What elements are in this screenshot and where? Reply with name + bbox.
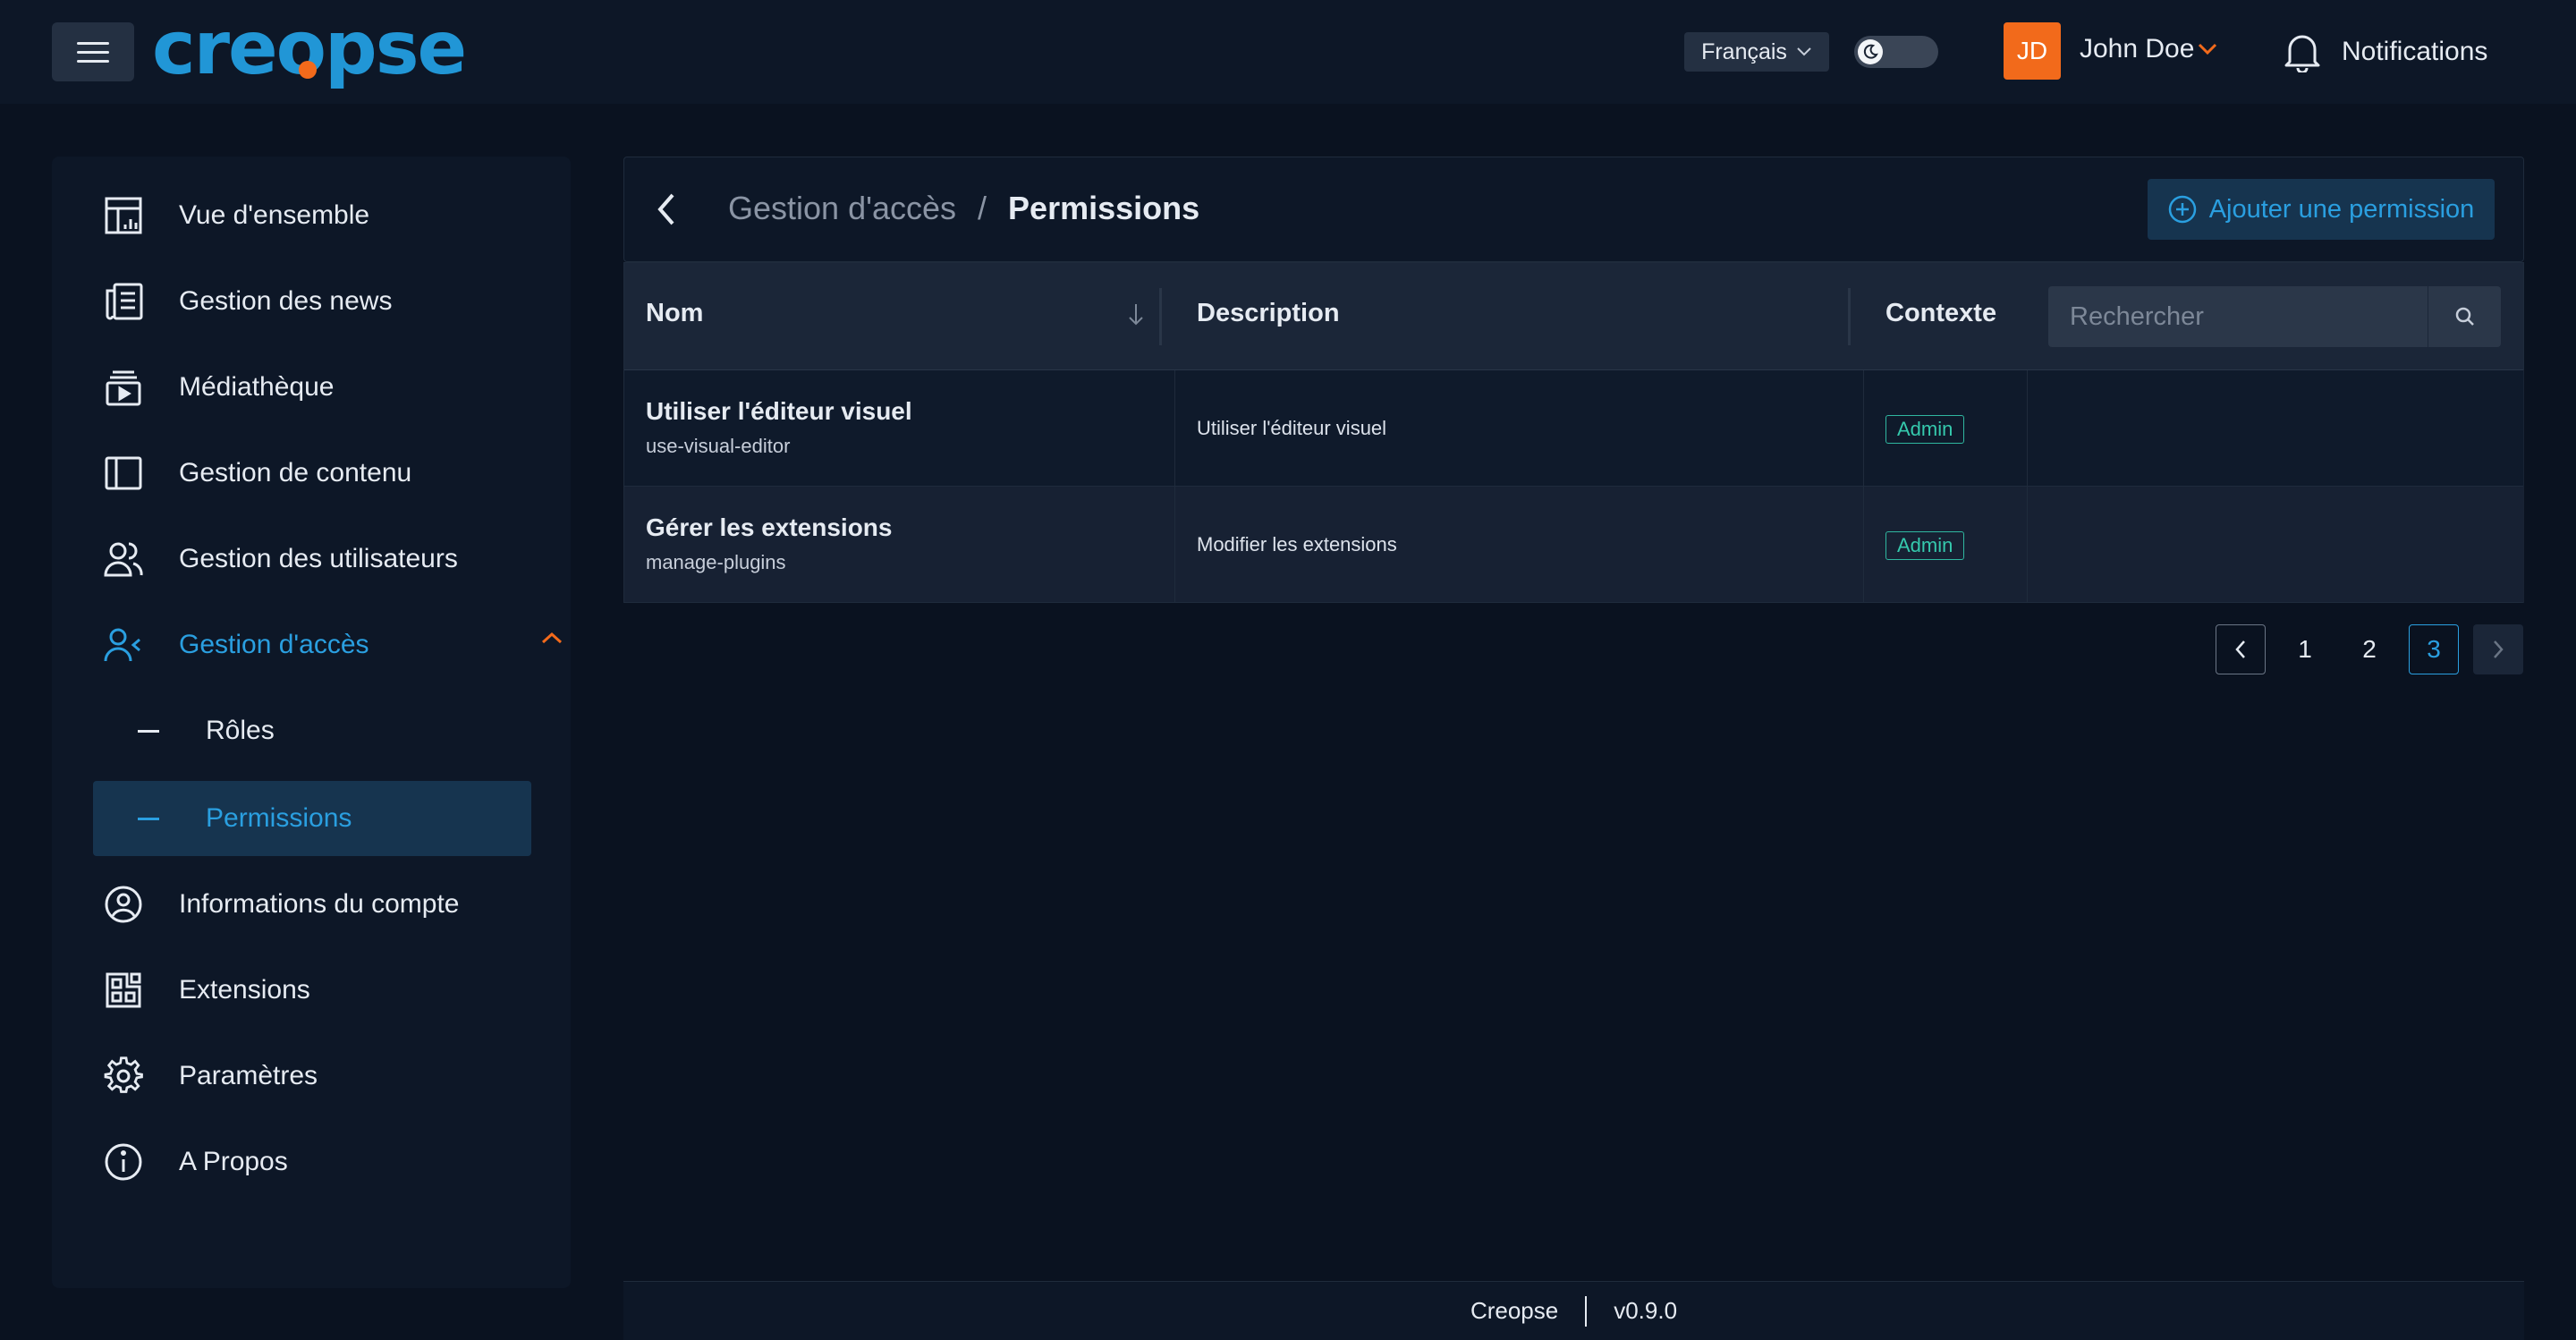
- sidebar-item-extensions[interactable]: Extensions: [102, 963, 549, 1017]
- sidebar-item-users[interactable]: Gestion des utilisateurs: [102, 532, 549, 586]
- sidebar-item-news[interactable]: Gestion des news: [102, 275, 549, 328]
- pagination-page-1[interactable]: 1: [2280, 624, 2330, 674]
- permission-name: Gérer les extensions: [646, 513, 893, 541]
- context-badge: Admin: [1885, 531, 1965, 560]
- media-library-icon: [102, 366, 145, 409]
- sort-arrow-down-icon[interactable]: [1127, 302, 1145, 327]
- language-value: Français: [1701, 38, 1787, 64]
- sidebar-item-content[interactable]: Gestion de contenu: [102, 446, 549, 500]
- dashboard-icon: [102, 194, 145, 237]
- sidebar-item-media[interactable]: Médiathèque: [102, 360, 549, 414]
- context-badge: Admin: [1885, 415, 1965, 444]
- sidebar-item-access[interactable]: Gestion d'accès: [102, 618, 563, 672]
- footer-divider: [1585, 1295, 1588, 1327]
- moon-icon: [1858, 39, 1883, 64]
- column-header-name[interactable]: Nom: [646, 299, 703, 328]
- pagination-page-2[interactable]: 2: [2344, 624, 2394, 674]
- logo-dot: [299, 61, 317, 79]
- cell-divider: [1863, 370, 1864, 603]
- add-permission-label: Ajouter une permission: [2208, 194, 2475, 224]
- footer: Creopse v0.9.0: [623, 1281, 2524, 1340]
- account-icon: [102, 883, 145, 926]
- top-header: creopse Français JD John Doe Notificatio…: [0, 0, 2576, 104]
- hamburger-icon: [77, 41, 109, 45]
- notifications-label: Notifications: [2342, 37, 2488, 66]
- newspaper-icon: [102, 280, 145, 323]
- breadcrumb: Gestion d'accès / Permissions: [728, 190, 1199, 227]
- search-button[interactable]: [2428, 286, 2501, 347]
- permission-name: Utiliser l'éditeur visuel: [646, 397, 912, 425]
- page-header: Gestion d'accès / Permissions Ajouter un…: [623, 157, 2524, 262]
- chevron-left-icon: [657, 193, 674, 225]
- gear-icon: [102, 1055, 145, 1098]
- users-icon: [102, 538, 145, 581]
- sidebar-item-overview[interactable]: Vue d'ensemble: [102, 189, 549, 242]
- sidebar-item-account[interactable]: Informations du compte: [102, 878, 549, 931]
- search-input[interactable]: [2048, 286, 2428, 347]
- permission-key: manage-plugins: [646, 551, 786, 573]
- back-button[interactable]: [651, 188, 682, 235]
- plus-circle-icon: [2168, 195, 2196, 224]
- footer-app-name: Creopse: [1470, 1297, 1559, 1324]
- language-select[interactable]: Français: [1684, 32, 1829, 72]
- footer-version: v0.9.0: [1614, 1297, 1678, 1324]
- pagination-page-3[interactable]: 3: [2409, 624, 2459, 674]
- pagination-next-button[interactable]: [2473, 624, 2523, 674]
- pagination-prev-button[interactable]: [2216, 624, 2266, 674]
- add-permission-button[interactable]: Ajouter une permission: [2148, 179, 2495, 240]
- cell-divider: [2027, 370, 2028, 603]
- breadcrumb-parent[interactable]: Gestion d'accès: [728, 190, 956, 227]
- dash-icon: [138, 817, 159, 820]
- notifications-button[interactable]: Notifications: [2283, 27, 2487, 77]
- permission-key: use-visual-editor: [646, 435, 791, 457]
- sidebar: Vue d'ensemble Gestion des news Médiathè…: [52, 157, 571, 1288]
- hamburger-menu-button[interactable]: [52, 22, 134, 81]
- chevron-right-icon: [2494, 640, 2504, 658]
- search-field: [2048, 286, 2501, 347]
- avatar[interactable]: JD: [2004, 22, 2061, 80]
- breadcrumb-separator: /: [978, 190, 987, 226]
- user-name: John Doe: [2080, 34, 2195, 64]
- info-icon: [102, 1141, 145, 1183]
- dash-icon: [138, 729, 159, 733]
- column-divider[interactable]: [1848, 288, 1851, 345]
- permission-description: Modifier les extensions: [1197, 533, 1397, 556]
- bell-icon: [2284, 35, 2320, 72]
- chevron-down-icon: [1797, 47, 1811, 56]
- search-icon: [2455, 307, 2474, 326]
- table-header: Nom Description Contexte: [624, 263, 2523, 370]
- table-row[interactable]: Utiliser l'éditeur visuel use-visual-edi…: [624, 370, 2523, 487]
- extensions-icon: [102, 969, 145, 1012]
- column-header-context[interactable]: Contexte: [1885, 299, 1996, 328]
- user-menu[interactable]: John Doe: [2080, 34, 2217, 64]
- sidebar-subitem-roles[interactable]: Rôles: [93, 693, 531, 768]
- table-row[interactable]: Gérer les extensions manage-plugins Modi…: [624, 487, 2523, 603]
- layout-icon: [102, 452, 145, 495]
- permissions-table: Nom Description Contexte Utiliser l'édit…: [623, 262, 2524, 603]
- page-title: Permissions: [1008, 190, 1200, 226]
- permission-description: Utiliser l'éditeur visuel: [1197, 417, 1387, 439]
- chevron-down-icon: [2199, 43, 2217, 55]
- column-divider[interactable]: [1159, 288, 1162, 345]
- chevron-left-icon: [2235, 640, 2245, 658]
- column-header-description[interactable]: Description: [1197, 299, 1340, 328]
- cell-divider: [1174, 370, 1175, 603]
- sidebar-item-about[interactable]: A Propos: [102, 1135, 549, 1189]
- chevron-up-icon[interactable]: [540, 631, 564, 645]
- sidebar-subitem-permissions[interactable]: Permissions: [93, 781, 531, 856]
- theme-toggle[interactable]: [1854, 36, 1938, 68]
- sidebar-item-settings[interactable]: Paramètres: [102, 1049, 549, 1103]
- access-icon: [102, 623, 145, 666]
